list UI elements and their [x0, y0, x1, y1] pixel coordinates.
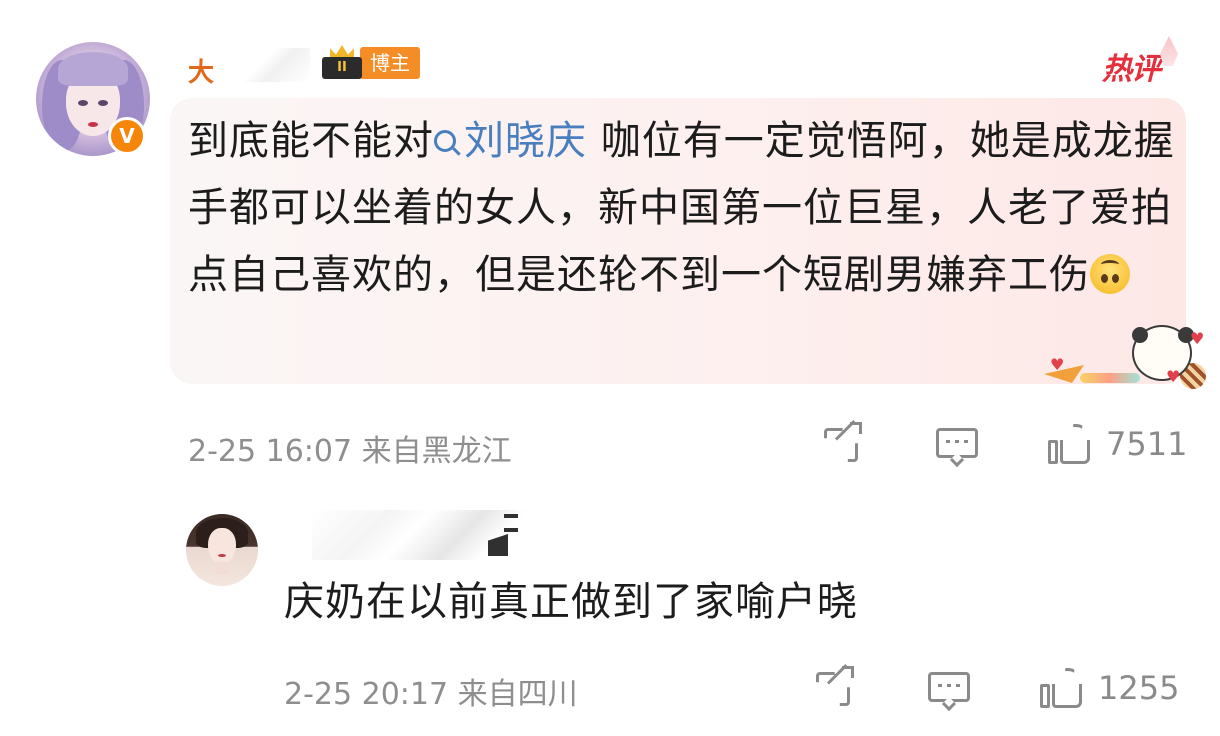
like-icon[interactable] [1036, 664, 1084, 712]
comment-text-part: 到底能不能对 [188, 118, 434, 164]
username-fragment [504, 528, 518, 532]
verified-badge: V [108, 117, 146, 155]
like-count: 7511 [1106, 425, 1188, 463]
location: 来自黑龙江 [361, 434, 512, 469]
share-icon[interactable] [812, 664, 860, 712]
reply-actions: 1255 [812, 664, 1179, 712]
crown-icon: II [316, 45, 362, 81]
hot-comment-tag: 热评 [1102, 52, 1161, 87]
reply-meta: 2-25 20:17 来自四川 [284, 669, 578, 713]
location: 来自四川 [457, 677, 578, 712]
share-icon[interactable] [820, 420, 868, 468]
like-icon[interactable] [1044, 420, 1092, 468]
username[interactable]: 大 [188, 52, 214, 88]
badge-label: 博主 [360, 47, 420, 79]
mention-link[interactable]: 刘晓庆 [434, 118, 587, 164]
comment-meta: 2-25 16:07 来自黑龙江 [188, 426, 512, 470]
comment-icon[interactable] [934, 420, 982, 468]
blogger-badge: II 博主 [316, 45, 420, 81]
comment-actions: 7511 [820, 420, 1187, 468]
flame-icon [1160, 36, 1178, 66]
username-blurred [228, 48, 310, 82]
search-icon [434, 130, 456, 152]
like-count: 1255 [1098, 669, 1180, 707]
mention-label: 刘晓庆 [464, 118, 587, 164]
timestamp: 2-25 20:17 [284, 677, 449, 712]
reply-text: 庆奶在以前真正做到了家喻户晓 [284, 579, 858, 625]
upside-down-face-icon [1090, 254, 1130, 294]
comment-icon[interactable] [926, 664, 974, 712]
comment-text: 到底能不能对 刘晓庆 咖位有一定觉悟阿，她是成龙握手都可以坐着的女人，新中国第一位… [188, 108, 1178, 309]
weibo-comment-thread: V 大 II 博主 热评 到底能不能对 刘晓庆 咖位有一定觉悟阿，她是成龙握手都可… [0, 0, 1220, 736]
username-fragment [504, 514, 518, 518]
panda-sticker: ♥ ♥ ♥ [1040, 325, 1210, 395]
timestamp: 2-25 16:07 [188, 434, 353, 469]
avatar[interactable] [186, 514, 258, 586]
